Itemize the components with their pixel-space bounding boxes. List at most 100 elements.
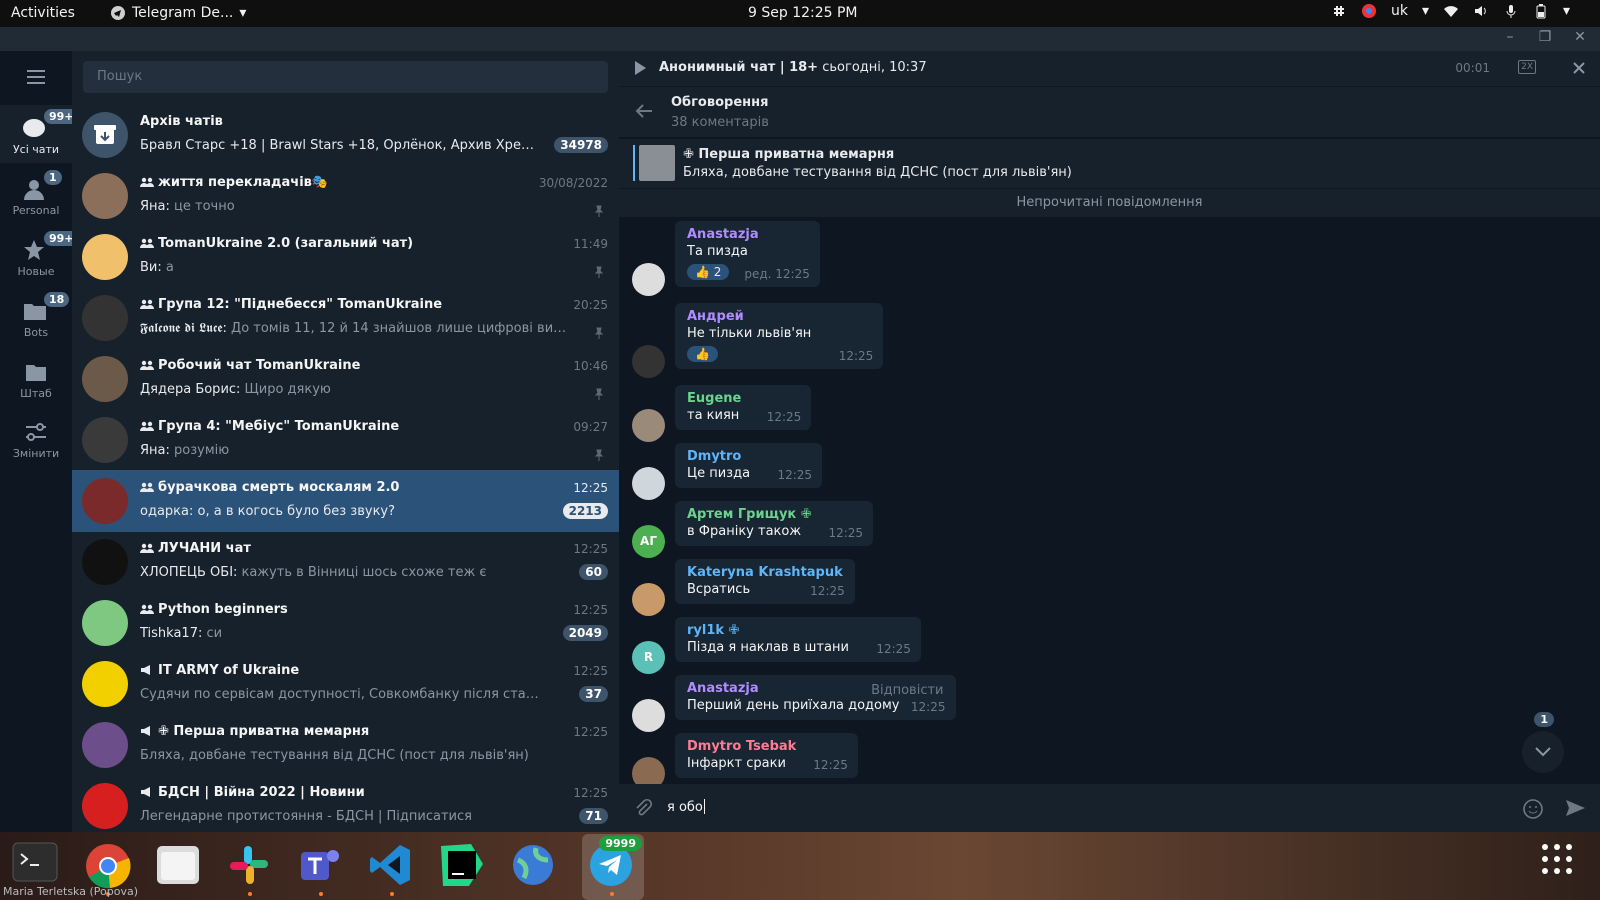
pinned-post[interactable]: ✙ Перша приватна мемарня Бляха, довбане … (619, 138, 1600, 188)
chat-time: 12:25 (573, 664, 608, 678)
chat-avatar (82, 539, 128, 585)
volume-icon[interactable] (1473, 3, 1489, 19)
chat-row[interactable]: Робочий чат TomanUkraine 10:46 Дядера Бори… (72, 348, 619, 410)
pinned-title: ✙ Перша приватна мемарня (683, 147, 895, 162)
preview-sender: Яна: (140, 443, 175, 458)
chat-row[interactable]: Python beginners 12:25 Tishka17: си 2049 (72, 592, 619, 654)
microphone-icon[interactable] (1503, 3, 1519, 19)
files-app[interactable] (155, 842, 203, 890)
send-icon[interactable] (1564, 797, 1586, 819)
message-bubble[interactable]: Anastazja Перший день приїхала додому Відп… (675, 675, 956, 720)
message-author[interactable]: Артем Грищук ✙ (687, 507, 861, 522)
close-icon[interactable] (1572, 61, 1586, 75)
message-bubble[interactable]: Dmytro Tsebak Інфаркт сраки 12:25 (675, 733, 858, 778)
chat-avatar (82, 173, 128, 219)
emoji-icon[interactable] (1522, 798, 1544, 820)
activities-button[interactable]: Activities (11, 5, 75, 21)
author-avatar[interactable] (632, 345, 665, 378)
chrome-tray-icon[interactable] (1361, 3, 1377, 19)
attach-icon[interactable] (633, 798, 653, 818)
message-author[interactable]: Kateryna Krashtapuk (687, 565, 843, 580)
reaction-chip[interactable]: 👍 2 (687, 264, 730, 280)
clock[interactable]: 9 Sep 12:25 PM (748, 5, 858, 21)
message-author[interactable]: Dmytro Tsebak (687, 739, 846, 754)
reply-button[interactable]: Відповісти (871, 683, 943, 698)
message-bubble[interactable]: Андрей Не тільки львів'ян 👍 12:25 (675, 303, 884, 369)
minimize-button[interactable]: – (1500, 29, 1520, 49)
message-bubble[interactable]: Артем Грищук ✙ в Франіку також 12:25 (675, 501, 874, 546)
chat-name-text: Python beginners (158, 602, 288, 617)
chat-row[interactable]: ЛУЧАНИ чат 12:25 ХЛОПЕЦЬ ОБІ: кажуть в Він… (72, 531, 619, 593)
author-avatar[interactable]: R (632, 641, 665, 674)
playback-speed-button[interactable]: 2X (1518, 60, 1536, 74)
author-avatar[interactable] (632, 409, 665, 442)
message-bubble[interactable]: ryl1k ✙ Пізда я наклав в штани 12:25 (675, 617, 921, 662)
chat-preview: Легендарне протистояння - БДСН | Підписа… (140, 809, 472, 824)
close-window-button[interactable]: ✕ (1570, 29, 1590, 49)
chat-row[interactable]: Група 4: "Мебіус" TomanUkraine 09:27 Яна: … (72, 409, 619, 471)
vscode-app[interactable] (368, 842, 416, 896)
author-avatar[interactable] (632, 467, 665, 500)
wifi-icon[interactable] (1443, 3, 1459, 19)
app-menu[interactable]: Telegram De... ▾ (110, 5, 246, 21)
system-tray[interactable]: uk ▾ ▾ (1331, 3, 1570, 19)
play-icon[interactable] (633, 60, 647, 76)
message-author[interactable]: Андрей (687, 309, 871, 324)
chat-time: 12:25 (573, 603, 608, 617)
message-author[interactable]: Dmytro (687, 449, 810, 464)
chat-row[interactable]: ✙ Перша приватна мемарня 12:25 Бляха, довб… (72, 714, 619, 776)
slack-tray-icon[interactable] (1331, 3, 1347, 19)
preview-text: Щиро дякую (244, 382, 331, 397)
chat-name-text: БДСН | Війна 2022 | Новини (158, 785, 365, 800)
chat-row[interactable]: бурачкова смерть москалям 2.0 12:25 одарка… (72, 470, 619, 532)
folder-personal[interactable]: 1 Personal (0, 170, 72, 217)
message-bubble[interactable]: Dmytro Це пизда 12:25 (675, 443, 823, 488)
battery-icon[interactable] (1533, 3, 1549, 19)
show-apps-button[interactable] (1540, 842, 1588, 890)
author-avatar[interactable] (632, 583, 665, 616)
message-author[interactable]: Anastazja (687, 227, 808, 242)
chat-row[interactable]: життя перекладачів🎭 30/08/2022 Яна: це точ… (72, 165, 619, 227)
teams-app[interactable] (297, 842, 345, 896)
archive-row[interactable]: Архів чатів Бравл Старс +18 | Brawl Stars… (72, 104, 619, 166)
folder-new[interactable]: 99+ Новые (0, 231, 79, 278)
terminal-app[interactable] (12, 842, 60, 890)
preview-text: Бравл Старс +18 | Brawl Stars +18, Орлён… (140, 138, 540, 153)
pycharm-app[interactable] (439, 842, 487, 890)
author-avatar[interactable] (632, 263, 665, 296)
web-app[interactable] (510, 842, 558, 890)
folder-shtab[interactable]: Штаб (0, 361, 72, 400)
message-input[interactable]: я обо (667, 799, 705, 815)
folder-all-chats[interactable]: 99+ Усі чати (0, 109, 79, 156)
back-arrow-icon[interactable] (635, 103, 653, 119)
message-author[interactable]: Eugene (687, 391, 799, 406)
chat-name-text: Група 12: "Піднебесся" TomanUkraine (158, 297, 443, 312)
language-indicator[interactable]: uk (1391, 3, 1408, 19)
author-avatar[interactable]: АГ (632, 525, 665, 558)
slack-app[interactable] (226, 842, 274, 896)
chat-row[interactable]: TomanUkraine 2.0 (загальний чат) 11:49 Ви:… (72, 226, 619, 288)
folder-bots[interactable]: 18 Bots (0, 292, 72, 339)
maximize-button[interactable]: ❐ (1535, 29, 1555, 49)
pin-icon (593, 446, 605, 461)
author-avatar[interactable] (632, 699, 665, 732)
message-bubble[interactable]: Eugene та киян 12:25 (675, 385, 812, 430)
folder-edit[interactable]: Змінити (0, 421, 72, 460)
message-bubble[interactable]: Kateryna Krashtapuk Всратись 12:25 (675, 559, 855, 604)
message-bubble[interactable]: Anastazja Та пизда 👍 2 ред. 12:25 (675, 221, 820, 287)
chrome-icon (86, 844, 131, 889)
message-author[interactable]: ryl1k ✙ (687, 623, 909, 638)
main-menu-button[interactable] (0, 69, 72, 88)
search-input[interactable]: Пошук (83, 61, 608, 93)
scroll-down-button[interactable] (1522, 731, 1564, 773)
chat-row[interactable]: БДСН | Війна 2022 | Новини 12:25 Легендарн… (72, 775, 619, 832)
chrome-app[interactable] (84, 842, 132, 896)
chat-time: 12:25 (573, 725, 608, 739)
chat-row[interactable]: IT ARMY of Ukraine 12:25 Судячи по сервіса… (72, 653, 619, 715)
chat-row[interactable]: Група 12: "Піднебесся" TomanUkraine 20:25… (72, 287, 619, 349)
telegram-app[interactable]: 9999 (588, 836, 642, 896)
chat-avatar (82, 417, 128, 463)
player-title[interactable]: Анонимный чат | 18+ сьогодні, 10:37 (659, 60, 927, 75)
reaction-chip[interactable]: 👍 (687, 346, 718, 362)
message-time: 12:25 (810, 584, 845, 598)
